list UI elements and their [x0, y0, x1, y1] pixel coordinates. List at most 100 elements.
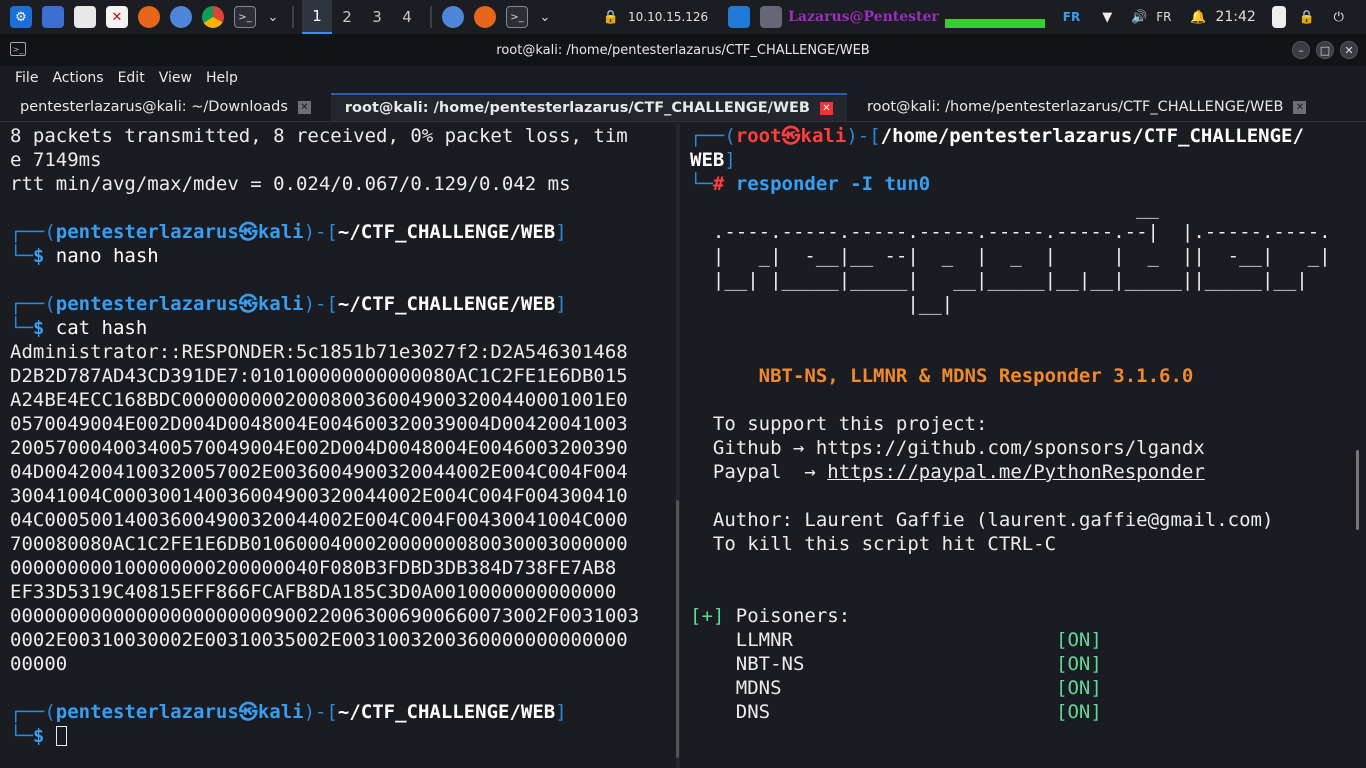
file-manager-icon[interactable] — [74, 6, 96, 28]
menu-edit[interactable]: Edit — [118, 70, 145, 86]
poisoner-status: [ON] — [1056, 653, 1102, 675]
network-graph-icon — [944, 6, 1045, 28]
hash-line: 30041004C000300140036004900320044002E004… — [10, 485, 628, 507]
poisoner-status: [ON] — [1056, 677, 1102, 699]
chrome-icon[interactable] — [202, 6, 224, 28]
kill-line: To kill this script hit CTRL-C — [712, 533, 1057, 555]
hash-line: A24BE4ECC168BDC0000000002000800360049003… — [10, 389, 628, 411]
window-titlebar[interactable]: >_ root@kali: /home/pentesterlazarus/CTF… — [0, 34, 1366, 66]
vscode-icon[interactable] — [728, 6, 751, 28]
terminal-pane-left[interactable]: 8 packets transmitted, 8 received, 0% pa… — [0, 124, 670, 768]
terminal-app-icon: >_ — [10, 42, 26, 56]
github-line: Github → https://github.com/sponsors/lga… — [712, 437, 1205, 459]
hash-line: 00000 — [10, 653, 68, 675]
prompt-line: ┌──(pentesterlazarus㉿kali)-[~/CTF_CHALLE… — [10, 221, 567, 243]
banner-line: |__| |_____|_____| __|_____|__|__|_____|… — [690, 269, 1308, 291]
terminal-icon[interactable]: >_ — [234, 6, 256, 28]
show-desktop-icon[interactable] — [42, 6, 64, 28]
poisoner-row: LLMNR [ON] — [690, 628, 1366, 652]
menu-help[interactable]: Help — [206, 70, 238, 86]
terminal-window-icon[interactable]: >_ — [506, 6, 528, 28]
ip-address: 10.10.15.126 — [628, 10, 709, 24]
text-cursor — [55, 726, 67, 746]
paypal-line: Paypal → https://paypal.me/PythonRespond… — [712, 461, 1205, 483]
workspace-3[interactable]: 3 — [362, 0, 392, 34]
terminal-pane-right[interactable]: ┌──(root㉿kali)-[/home/pentesterlazarus/C… — [684, 124, 1366, 768]
vpn-lock-icon: 🔒 — [602, 9, 620, 25]
poisoner-name: NBT-NS — [690, 653, 1057, 675]
command-line: └─$ — [10, 724, 670, 748]
workspace-2[interactable]: 2 — [332, 0, 362, 34]
output-line: e 7149ms — [10, 149, 102, 171]
poisoner-row: DNS [ON] — [690, 700, 1366, 724]
minimize-button[interactable]: – — [1292, 41, 1310, 59]
hash-line: 04C000500140036004900320044002E004C004F0… — [10, 509, 628, 531]
banner-line: | _| -__|__ --| _ | _ | | _ || -__| _| — [690, 245, 1331, 267]
menu-actions[interactable]: Actions — [52, 70, 103, 86]
poisoner-row: NBT-NS [ON] — [690, 652, 1366, 676]
poisoner-status: [ON] — [1056, 701, 1102, 723]
paypal-link[interactable]: https://paypal.me/PythonResponder — [827, 461, 1205, 483]
chromium-window-icon[interactable] — [442, 6, 464, 28]
tab-web-active[interactable]: root@kali: /home/pentesterlazarus/CTF_CH… — [330, 93, 847, 121]
window-title: root@kali: /home/pentesterlazarus/CTF_CH… — [496, 42, 870, 58]
firefox-window-icon[interactable] — [474, 6, 496, 28]
chevron-down-icon[interactable]: ⌄ — [534, 6, 556, 28]
command-line: └─$ cat hash — [10, 317, 148, 339]
hash-line: 700080080AC1C2FE1E6DB0106000400020000000… — [10, 533, 628, 555]
support-header: To support this project: — [712, 413, 988, 435]
scrollbar-left[interactable] — [676, 500, 679, 758]
chromium-icon[interactable] — [170, 6, 192, 28]
poisoner-name: MDNS — [690, 677, 1057, 699]
poisoner-row: MDNS [ON] — [690, 676, 1366, 700]
tab-label: root@kali: /home/pentesterlazarus/CTF_CH… — [866, 99, 1284, 115]
keyboard-layout[interactable]: FR — [1063, 10, 1080, 24]
workspace-4[interactable]: 4 — [392, 0, 422, 34]
hash-line: D2B2D787AD43CD391DE7:010100000000000080A… — [10, 365, 628, 387]
tab-web-2[interactable]: root@kali: /home/pentesterlazarus/CTF_CH… — [853, 93, 1321, 121]
power-icon[interactable]: ⏻ — [1328, 6, 1350, 28]
close-icon[interactable]: ✕ — [1293, 100, 1307, 114]
poisoners-list: LLMNR [ON] NBT-NS [ON] MDNS [ON] DNS [ON… — [690, 628, 1366, 724]
taskbar-separator — [430, 6, 432, 28]
clock[interactable]: 21:42 — [1215, 9, 1255, 25]
tab-downloads[interactable]: pentesterlazarus@kali: ~/Downloads ✕ — [6, 93, 325, 121]
close-icon[interactable]: ✕ — [297, 100, 311, 114]
responder-ascii-banner: __ .----.-----.-----.-----.-----.-----.-… — [690, 196, 1366, 316]
prompt-line: ┌──(pentesterlazarus㉿kali)-[~/CTF_CHALLE… — [10, 293, 567, 315]
prompt-line: ┌──(root㉿kali)-[/home/pentesterlazarus/C… — [690, 125, 1304, 147]
prompt-line-wrap: WEB] — [690, 149, 736, 171]
lock-screen-icon[interactable]: 🔒 — [1296, 6, 1318, 28]
kali-menu-icon[interactable]: ⚙ — [10, 6, 32, 28]
hash-output: Administrator::RESPONDER:5c1851b71e3027f… — [10, 340, 670, 676]
poisoner-name: LLMNR — [690, 629, 1057, 651]
command-line: └─# responder -I tun0 — [690, 173, 931, 195]
chevron-down-icon[interactable]: ⌄ — [262, 6, 284, 28]
poisoners-header: [+] Poisoners: — [690, 605, 851, 627]
close-icon[interactable]: ✕ — [819, 101, 833, 115]
maximize-button[interactable]: □ — [1316, 41, 1334, 59]
scrollbar-right[interactable] — [1356, 450, 1359, 530]
hash-line: 0000000000000000000000090022006300690066… — [10, 605, 640, 627]
firefox-icon[interactable] — [138, 6, 160, 28]
wifi-icon[interactable]: ▼ — [1096, 6, 1118, 28]
close-button[interactable]: ✕ — [1340, 41, 1358, 59]
menu-view[interactable]: View — [159, 70, 192, 86]
banner-line: __ — [690, 197, 1159, 219]
workspace-1[interactable]: 1 — [302, 0, 332, 34]
poisoner-status: [ON] — [1056, 629, 1102, 651]
version-line: NBT-NS, LLMNR & MDNS Responder 3.1.6.0 — [758, 365, 1194, 387]
tab-label: root@kali: /home/pentesterlazarus/CTF_CH… — [344, 100, 810, 116]
hash-line: 200570004003400570049004E002D004D0048004… — [10, 437, 628, 459]
banner-line: |__| — [690, 293, 954, 315]
hash-line: EF33D5319C40815EFF866FCAFB8DA185C3D0A001… — [10, 581, 617, 603]
text-editor-icon[interactable]: ✕ — [106, 6, 128, 28]
notification-bell-icon[interactable]: 🔔 — [1187, 6, 1209, 28]
volume-icon[interactable]: 🔊 — [1128, 6, 1150, 28]
menu-file[interactable]: File — [15, 70, 38, 86]
battery-icon[interactable] — [1271, 6, 1286, 28]
github-link[interactable]: https://github.com/sponsors/lgandx — [816, 437, 1205, 459]
language-indicator[interactable]: FR — [1156, 10, 1171, 24]
tab-bar: pentesterlazarus@kali: ~/Downloads ✕ roo… — [0, 90, 1366, 122]
user-label: Lazarus@Pentester — [788, 9, 939, 25]
